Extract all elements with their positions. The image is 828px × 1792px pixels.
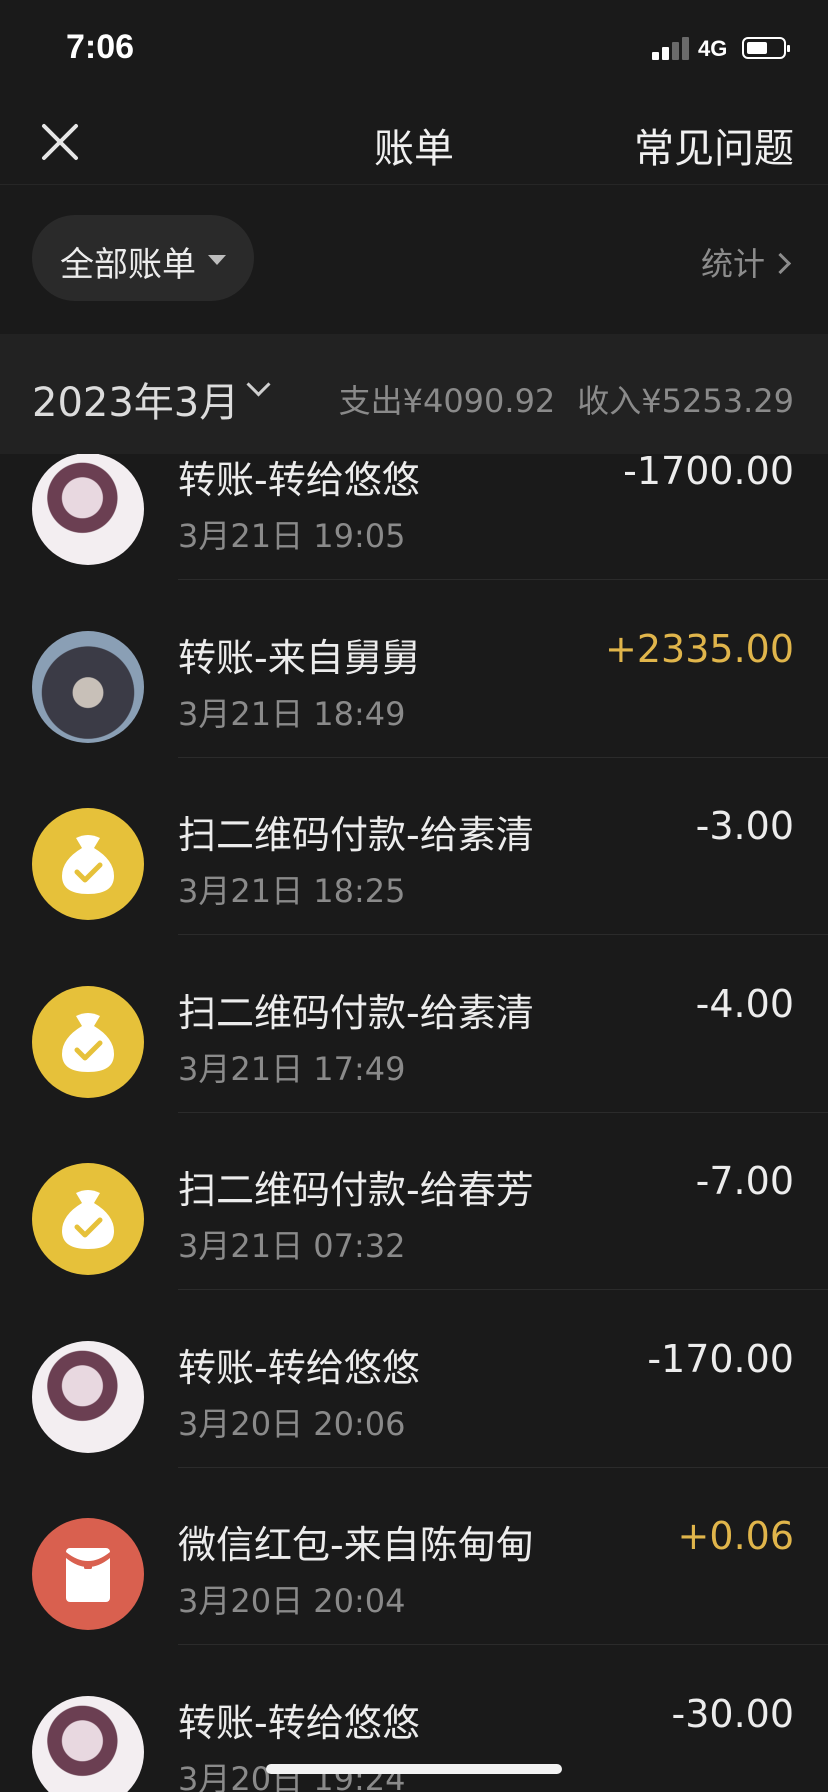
- transaction-row[interactable]: 转账-来自舅舅 3月21日 18:49 +2335.00: [0, 581, 828, 758]
- avatar: [32, 1340, 144, 1453]
- transaction-title: 转账-转给悠悠: [178, 1345, 420, 1390]
- transaction-row[interactable]: 扫二维码付款-给素清 3月21日 17:49 -4.00: [0, 936, 828, 1113]
- red-packet-icon: [66, 1548, 110, 1602]
- expense-total: 支出¥4090.92: [338, 382, 556, 420]
- transaction-row[interactable]: 扫二维码付款-给素清 3月21日 18:25 -3.00: [0, 758, 828, 935]
- transaction-time: 3月21日 19:05: [178, 517, 406, 555]
- faq-button[interactable]: 常见问题: [634, 116, 794, 174]
- avatar: [32, 1695, 144, 1792]
- transaction-time: 3月20日 20:04: [178, 1582, 406, 1620]
- status-bar: 7:06 4G: [0, 0, 828, 100]
- battery-level: [747, 42, 767, 54]
- transaction-title: 转账-转给悠悠: [178, 458, 420, 502]
- stats-label: 统计: [700, 245, 765, 283]
- transaction-amount: -170.00: [647, 1336, 794, 1381]
- money-bag-icon: [62, 835, 114, 894]
- transaction-amount: -4.00: [695, 981, 794, 1026]
- month-summary: 支出¥4090.92 收入¥5253.29: [339, 376, 794, 422]
- transaction-title: 转账-转给悠悠: [178, 1700, 420, 1745]
- transaction-title: 转账-来自舅舅: [178, 635, 420, 680]
- transaction-amount: -3.00: [695, 804, 794, 848]
- transaction-amount: -7.00: [695, 1159, 794, 1203]
- status-time: 7:06: [66, 28, 135, 66]
- avatar: [32, 454, 144, 565]
- transaction-amount: +0.06: [677, 1514, 794, 1558]
- transaction-time: 3月21日 07:32: [178, 1227, 406, 1265]
- transaction-title: 扫二维码付款-给春芳: [178, 1168, 534, 1212]
- month-selector[interactable]: 2023年3月: [32, 370, 239, 428]
- signal-icon: [652, 36, 690, 60]
- income-total: 收入¥5253.29: [577, 382, 794, 420]
- transaction-row[interactable]: 转账-转给悠悠 3月21日 19:05 -1700.00: [0, 454, 828, 580]
- transaction-amount: +2335.00: [605, 626, 794, 671]
- bill-filter-label: 全部账单: [60, 245, 196, 285]
- transaction-row[interactable]: 转账-转给悠悠 3月20日 20:06 -170.00: [0, 1291, 828, 1468]
- transaction-amount: -30.00: [671, 1691, 795, 1736]
- network-label: 4G: [698, 36, 728, 61]
- transaction-amount: -1700.00: [623, 454, 794, 493]
- transaction-title: 扫二维码付款-给素清: [178, 813, 534, 857]
- payment-avatar: [32, 985, 144, 1098]
- transaction-time: 3月21日 18:25: [178, 872, 406, 910]
- transaction-row[interactable]: 扫二维码付款-给春芳 3月21日 07:32 -7.00: [0, 1113, 828, 1290]
- money-bag-icon: [62, 1190, 114, 1249]
- bill-filter-dropdown[interactable]: 全部账单: [32, 215, 254, 301]
- transaction-title: 扫二维码付款-给素清: [178, 990, 534, 1035]
- transaction-row[interactable]: 微信红包-来自陈甸甸 3月20日 20:04 +0.06: [0, 1468, 828, 1645]
- red-packet-avatar: [32, 1518, 144, 1630]
- filter-row: 全部账单 统计: [0, 185, 828, 333]
- stats-button[interactable]: 统计: [700, 239, 792, 285]
- nav-bar: 账单 常见问题: [0, 100, 828, 185]
- payment-avatar: [32, 1163, 144, 1275]
- transaction-time: 3月21日 17:49: [178, 1049, 406, 1088]
- home-indicator: [266, 1764, 562, 1774]
- chevron-down-icon[interactable]: [246, 372, 271, 397]
- transaction-title: 微信红包-来自陈甸甸: [178, 1523, 534, 1567]
- transaction-time: 3月21日 18:49: [178, 694, 406, 733]
- caret-down-icon: [208, 255, 226, 265]
- transaction-time: 3月20日 20:06: [178, 1404, 406, 1443]
- chevron-right-icon: [769, 252, 792, 275]
- month-header: 2023年3月 支出¥4090.92 收入¥5253.29: [0, 334, 828, 454]
- payment-avatar: [32, 808, 144, 920]
- avatar: [32, 630, 144, 743]
- transaction-list: 转账-转给悠悠 3月21日 19:05 -1700.00 转账-来自舅舅 3月21日 1…: [0, 454, 828, 1792]
- battery-icon: [742, 37, 790, 59]
- money-bag-icon: [62, 1012, 114, 1072]
